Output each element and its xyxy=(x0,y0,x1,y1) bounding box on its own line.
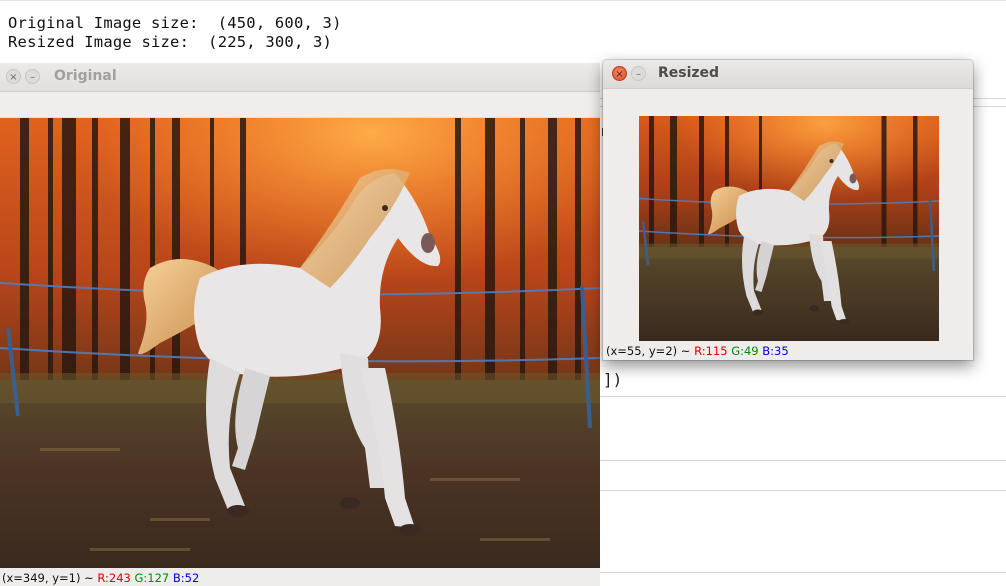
close-icon[interactable]: × xyxy=(612,66,627,81)
divider xyxy=(600,490,1006,491)
console-line-resized-size: Resized Image size: (225, 300, 3) xyxy=(8,33,333,51)
horse-photo-resized xyxy=(639,116,939,341)
divider xyxy=(600,572,1006,573)
pixel-status-bar: (x=349, y=1) ~ R:243 G:127 B:52 xyxy=(2,571,199,585)
toolbar-area xyxy=(0,92,600,118)
status-coords: (x=349, y=1) ~ xyxy=(2,571,98,585)
code-fragment: ]) xyxy=(603,370,623,389)
horse-photo xyxy=(0,118,600,568)
status-coords: (x=55, y=2) ~ xyxy=(606,344,695,358)
status-green-value: G:127 xyxy=(134,571,170,585)
console-line-original-size: Original Image size: (450, 600, 3) xyxy=(8,14,342,32)
pixel-status-bar: (x=55, y=2) ~ R:115 G:49 B:35 xyxy=(606,344,789,358)
status-green-value: G:49 xyxy=(731,344,759,358)
window-resized[interactable]: × – Resized (x=55, y=2) ~ R:115 G:49 B:3… xyxy=(603,60,973,360)
divider xyxy=(600,460,1006,461)
window-title: Original xyxy=(54,68,117,84)
close-icon[interactable]: × xyxy=(6,69,21,84)
image-canvas[interactable] xyxy=(639,116,939,341)
titlebar[interactable]: × – Original xyxy=(0,63,600,92)
status-blue-value: B:52 xyxy=(172,571,200,585)
minimize-icon[interactable]: – xyxy=(25,69,40,84)
console-output: Original Image size: (450, 600, 3) Resiz… xyxy=(0,0,1006,63)
status-red-value: R:115 xyxy=(694,344,728,358)
divider xyxy=(600,396,1006,397)
status-red-value: R:243 xyxy=(97,571,131,585)
window-title: Resized xyxy=(658,65,720,81)
image-canvas[interactable] xyxy=(0,118,600,568)
status-blue-value: B:35 xyxy=(762,344,789,358)
titlebar[interactable]: × – Resized xyxy=(603,60,973,89)
window-original[interactable]: × – Original (x=349, y=1) ~ R:243 G:127 … xyxy=(0,63,600,586)
minimize-icon[interactable]: – xyxy=(631,66,646,81)
